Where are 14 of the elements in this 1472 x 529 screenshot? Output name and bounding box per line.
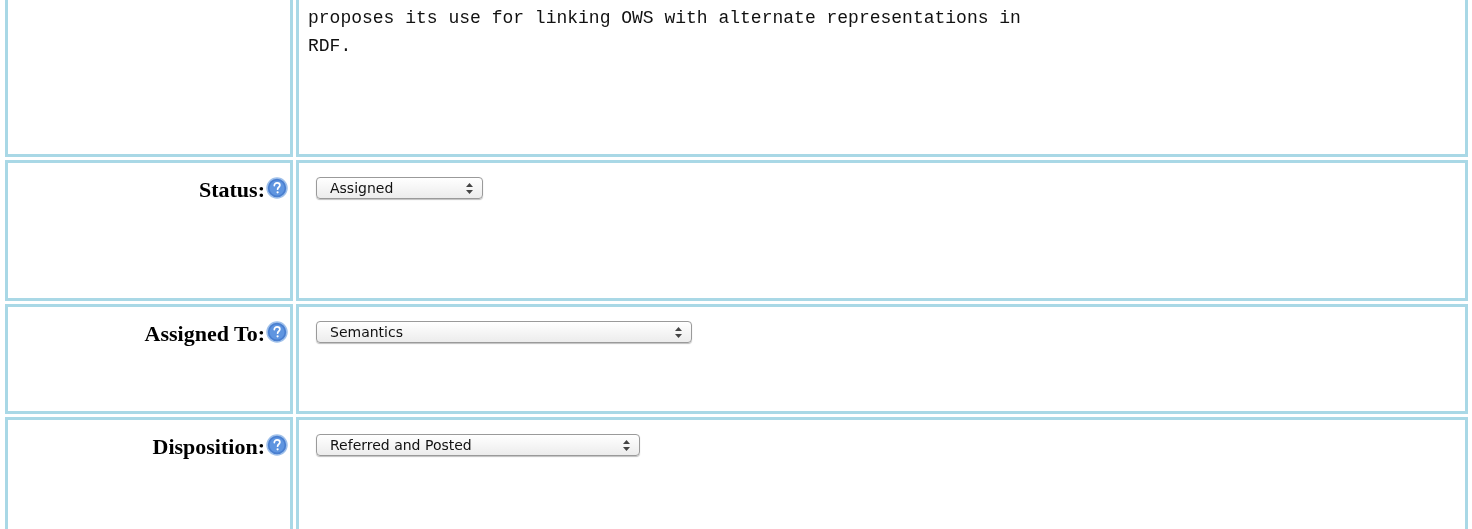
field-label: Assigned To: (144, 321, 265, 347)
help-icon[interactable] (266, 321, 288, 343)
dropdown[interactable]: Assigned (316, 177, 483, 199)
help-icon[interactable] (266, 434, 288, 456)
description-line: proposes its use for linking OWS with alternate representations in (308, 7, 1022, 30)
dropdown[interactable]: Referred and Posted (316, 434, 640, 456)
updown-caret-icon (466, 182, 473, 194)
updown-caret-icon (675, 326, 682, 338)
field-label: Disposition: (152, 434, 265, 460)
dropdown[interactable]: Semantics (316, 321, 692, 343)
field-label: Status: (199, 177, 265, 203)
updown-caret-icon (623, 439, 630, 451)
description-line: RDF. (308, 35, 353, 58)
help-icon[interactable] (266, 177, 288, 199)
